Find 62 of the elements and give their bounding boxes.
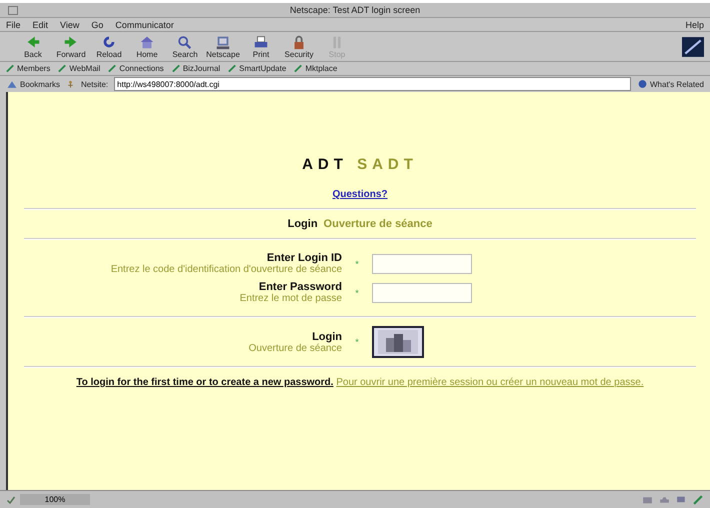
toolbar-button[interactable]: Forward [52, 34, 90, 59]
required-mark: * [354, 258, 360, 268]
required-mark: * [354, 288, 360, 298]
input-field[interactable] [372, 282, 472, 302]
pen-icon [6, 64, 15, 73]
pen-icon [172, 64, 181, 73]
person-icon [66, 79, 76, 89]
toolbar-button[interactable]: Netscape [204, 34, 242, 59]
bookmark-link[interactable]: Connections [108, 64, 164, 73]
bookmark-icon [6, 79, 18, 89]
bookmarks-button[interactable]: Bookmarks [6, 79, 60, 89]
menu-item[interactable]: Edit [32, 20, 48, 30]
field-label: Enter Password [258, 281, 342, 293]
menu-item[interactable]: Help [685, 20, 704, 30]
menu-item[interactable]: View [60, 20, 80, 30]
first-login-link[interactable]: To login for the first time or to create a new password. [76, 377, 334, 388]
toolbar-button[interactable]: Security [280, 34, 318, 59]
check-icon [6, 494, 16, 504]
button-label: Login [312, 330, 342, 342]
toolbar-button[interactable]: Search [166, 34, 204, 59]
section-heading: Ouverture de séance [324, 218, 432, 230]
menu-item[interactable]: Communicator [115, 20, 174, 30]
bookmark-link[interactable]: WebMail [58, 64, 100, 73]
throbber-icon [682, 36, 704, 56]
button-label: Ouverture de séance [248, 342, 342, 354]
bookmark-link[interactable]: Mktplace [294, 64, 338, 73]
required-mark: * [354, 337, 360, 347]
globe-icon [637, 79, 648, 89]
bookmark-link[interactable]: BizJournal [172, 64, 220, 73]
input-field[interactable] [372, 254, 472, 274]
questions-link[interactable]: Questions? [332, 189, 388, 200]
menu-item[interactable]: Go [91, 20, 104, 30]
field-label: Entrez le code d'identification d'ouverture de séance [110, 264, 342, 275]
field-label: Entrez le mot de passe [240, 293, 342, 304]
toolbar-button[interactable]: Back [14, 34, 52, 59]
house-icon [138, 34, 156, 50]
monitor-icon [214, 34, 232, 50]
pen-icon [58, 64, 68, 73]
field-label: Enter Login ID [266, 252, 342, 264]
progress-text: 100% [20, 494, 90, 505]
location-label: Netsite: [81, 80, 108, 88]
pen-icon[interactable] [693, 494, 704, 504]
related-button[interactable]: What's Related [637, 79, 704, 89]
url-field[interactable]: http://ws498007:8000/adt.cgi [114, 77, 631, 91]
menu-item[interactable]: File [6, 20, 21, 30]
search-icon [176, 34, 194, 50]
bookmark-link[interactable]: SmartUpdate [228, 64, 286, 73]
app-title: SADT [357, 156, 418, 173]
app-title: ADT [302, 156, 348, 173]
window-title: Netscape: Test ADT login screen [290, 5, 420, 15]
toolbar-button[interactable]: Reload [90, 34, 128, 59]
pen-icon [294, 64, 304, 73]
toolbar-button[interactable]: Print [242, 34, 280, 59]
toolbar-button[interactable]: Home [128, 34, 166, 59]
printer-icon [252, 34, 270, 50]
pen-icon [228, 64, 238, 73]
buildings-icon [378, 330, 418, 354]
login-button[interactable] [372, 326, 424, 358]
section-heading: Login [288, 218, 318, 230]
pen-icon [108, 64, 118, 73]
window-menu-icon[interactable] [8, 6, 18, 15]
bookmark-link[interactable]: Members [6, 64, 50, 73]
